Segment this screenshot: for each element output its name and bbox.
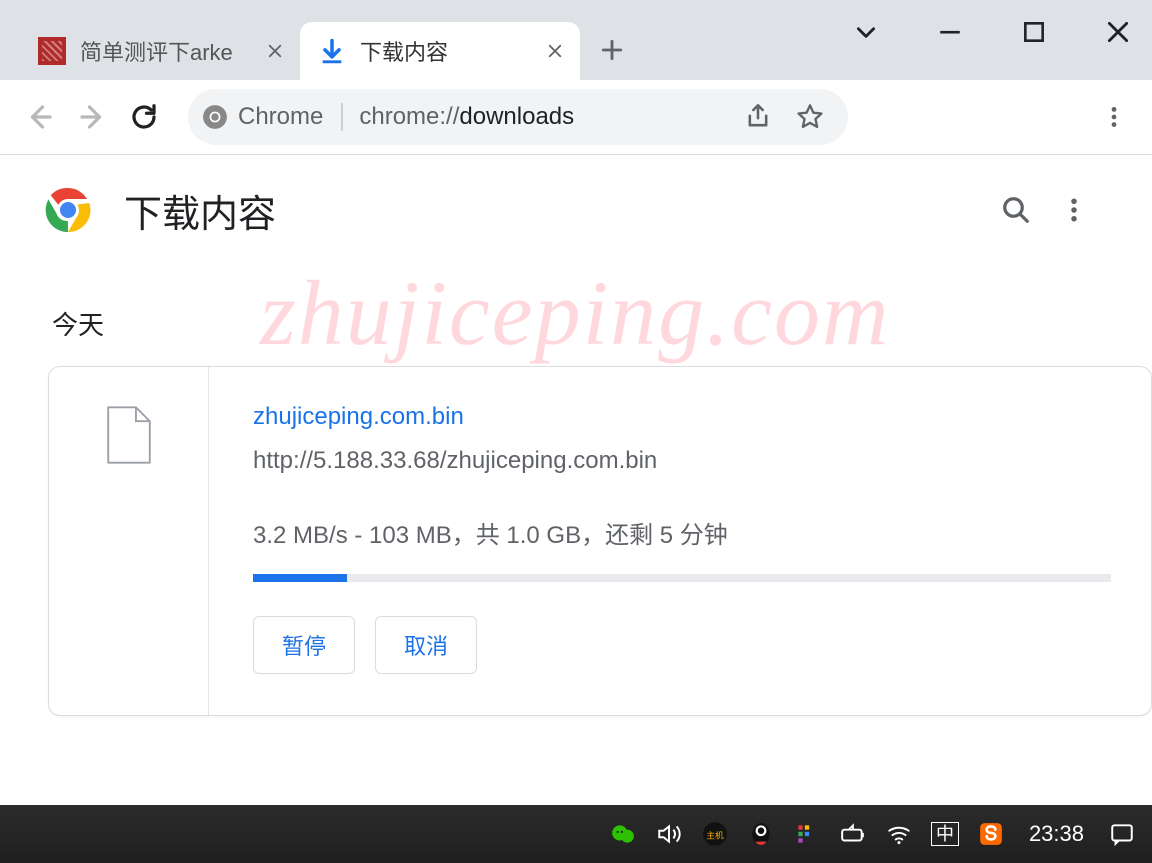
reload-icon	[129, 102, 159, 132]
window-controls	[842, 12, 1142, 52]
page-header: 下载内容	[0, 155, 1152, 265]
close-icon	[1105, 19, 1131, 45]
close-tab-button[interactable]	[264, 40, 286, 62]
date-label: 今天	[0, 265, 1152, 366]
taskbar: 主机 中 23:38	[0, 805, 1152, 863]
search-downloads-button[interactable]	[992, 186, 1040, 234]
chrome-logo-icon	[44, 186, 92, 234]
tab-title: 下载内容	[360, 35, 536, 67]
download-progress-bar	[253, 574, 347, 582]
tab-search-button[interactable]	[842, 12, 890, 52]
star-icon	[796, 103, 824, 131]
chrome-icon	[202, 104, 228, 130]
notifications-tray-icon[interactable]	[1106, 818, 1138, 850]
battery-tray-icon[interactable]	[837, 818, 869, 850]
download-progress	[253, 574, 1111, 582]
page-title: 下载内容	[124, 183, 982, 238]
tab-strip: 简单测评下arke 下载内容	[0, 0, 1152, 80]
browser-menu-button[interactable]	[1090, 93, 1138, 141]
forward-button[interactable]	[66, 91, 118, 143]
kebab-icon	[1101, 104, 1127, 130]
maximize-button[interactable]	[1010, 12, 1058, 52]
new-tab-button[interactable]	[588, 26, 636, 74]
chrome-chip: Chrome	[202, 103, 343, 131]
download-url: http://5.188.33.68/zhujiceping.com.bin	[253, 447, 1111, 475]
kebab-icon	[1059, 195, 1089, 225]
share-button[interactable]	[736, 95, 780, 139]
url-prefix: chrome://	[359, 103, 459, 130]
download-actions: 暂停 取消	[253, 616, 1111, 674]
search-icon	[1001, 195, 1031, 225]
download-icon	[318, 37, 346, 65]
back-button[interactable]	[14, 91, 66, 143]
maximize-icon	[1021, 19, 1047, 45]
close-window-button[interactable]	[1094, 12, 1142, 52]
svg-text:主机: 主机	[706, 829, 724, 840]
download-filename[interactable]: zhujiceping.com.bin	[253, 403, 1111, 431]
favicon-site-icon	[38, 37, 66, 65]
download-file-icon-column	[49, 367, 209, 715]
toolbar: Chrome chrome://downloads	[0, 80, 1152, 155]
arrow-left-icon	[25, 102, 55, 132]
bookmark-button[interactable]	[788, 95, 832, 139]
downloads-menu-button[interactable]	[1050, 186, 1098, 234]
wechat-tray-icon[interactable]	[607, 818, 639, 850]
pause-button[interactable]: 暂停	[253, 616, 355, 674]
taskbar-clock[interactable]: 23:38	[1029, 821, 1084, 847]
qq-tray-icon[interactable]	[745, 818, 777, 850]
close-tab-button[interactable]	[544, 40, 566, 62]
app-tray-icon-2[interactable]	[791, 818, 823, 850]
tab-title: 简单测评下arke	[80, 35, 256, 67]
arrow-right-icon	[77, 102, 107, 132]
reload-button[interactable]	[118, 91, 170, 143]
url-path-bold: downloads	[459, 103, 574, 130]
close-icon	[266, 42, 284, 60]
download-item: zhujiceping.com.bin http://5.188.33.68/z…	[48, 366, 1152, 716]
omnibox[interactable]: Chrome chrome://downloads	[188, 89, 848, 145]
volume-tray-icon[interactable]	[653, 818, 685, 850]
chrome-chip-label: Chrome	[238, 103, 323, 131]
ime-tray-icon[interactable]: 中	[929, 818, 961, 850]
chevron-down-icon	[853, 19, 879, 45]
file-icon	[105, 405, 153, 465]
cancel-button[interactable]: 取消	[375, 616, 477, 674]
minimize-button[interactable]	[926, 12, 974, 52]
app-tray-icon-1[interactable]: 主机	[699, 818, 731, 850]
share-icon	[744, 103, 772, 131]
close-icon	[546, 42, 564, 60]
wifi-tray-icon[interactable]	[883, 818, 915, 850]
ime-label: 中	[931, 822, 959, 846]
sogou-tray-icon[interactable]	[975, 818, 1007, 850]
minimize-icon	[937, 19, 963, 45]
plus-icon	[599, 37, 625, 63]
tab-downloads[interactable]: 下载内容	[300, 22, 580, 80]
tab-other[interactable]: 简单测评下arke	[20, 22, 300, 80]
omnibox-actions	[736, 95, 832, 139]
url-text: chrome://downloads	[359, 103, 574, 131]
download-status: 3.2 MB/s - 103 MB，共 1.0 GB，还剩 5 分钟	[253, 515, 1111, 550]
download-body: zhujiceping.com.bin http://5.188.33.68/z…	[209, 367, 1151, 715]
